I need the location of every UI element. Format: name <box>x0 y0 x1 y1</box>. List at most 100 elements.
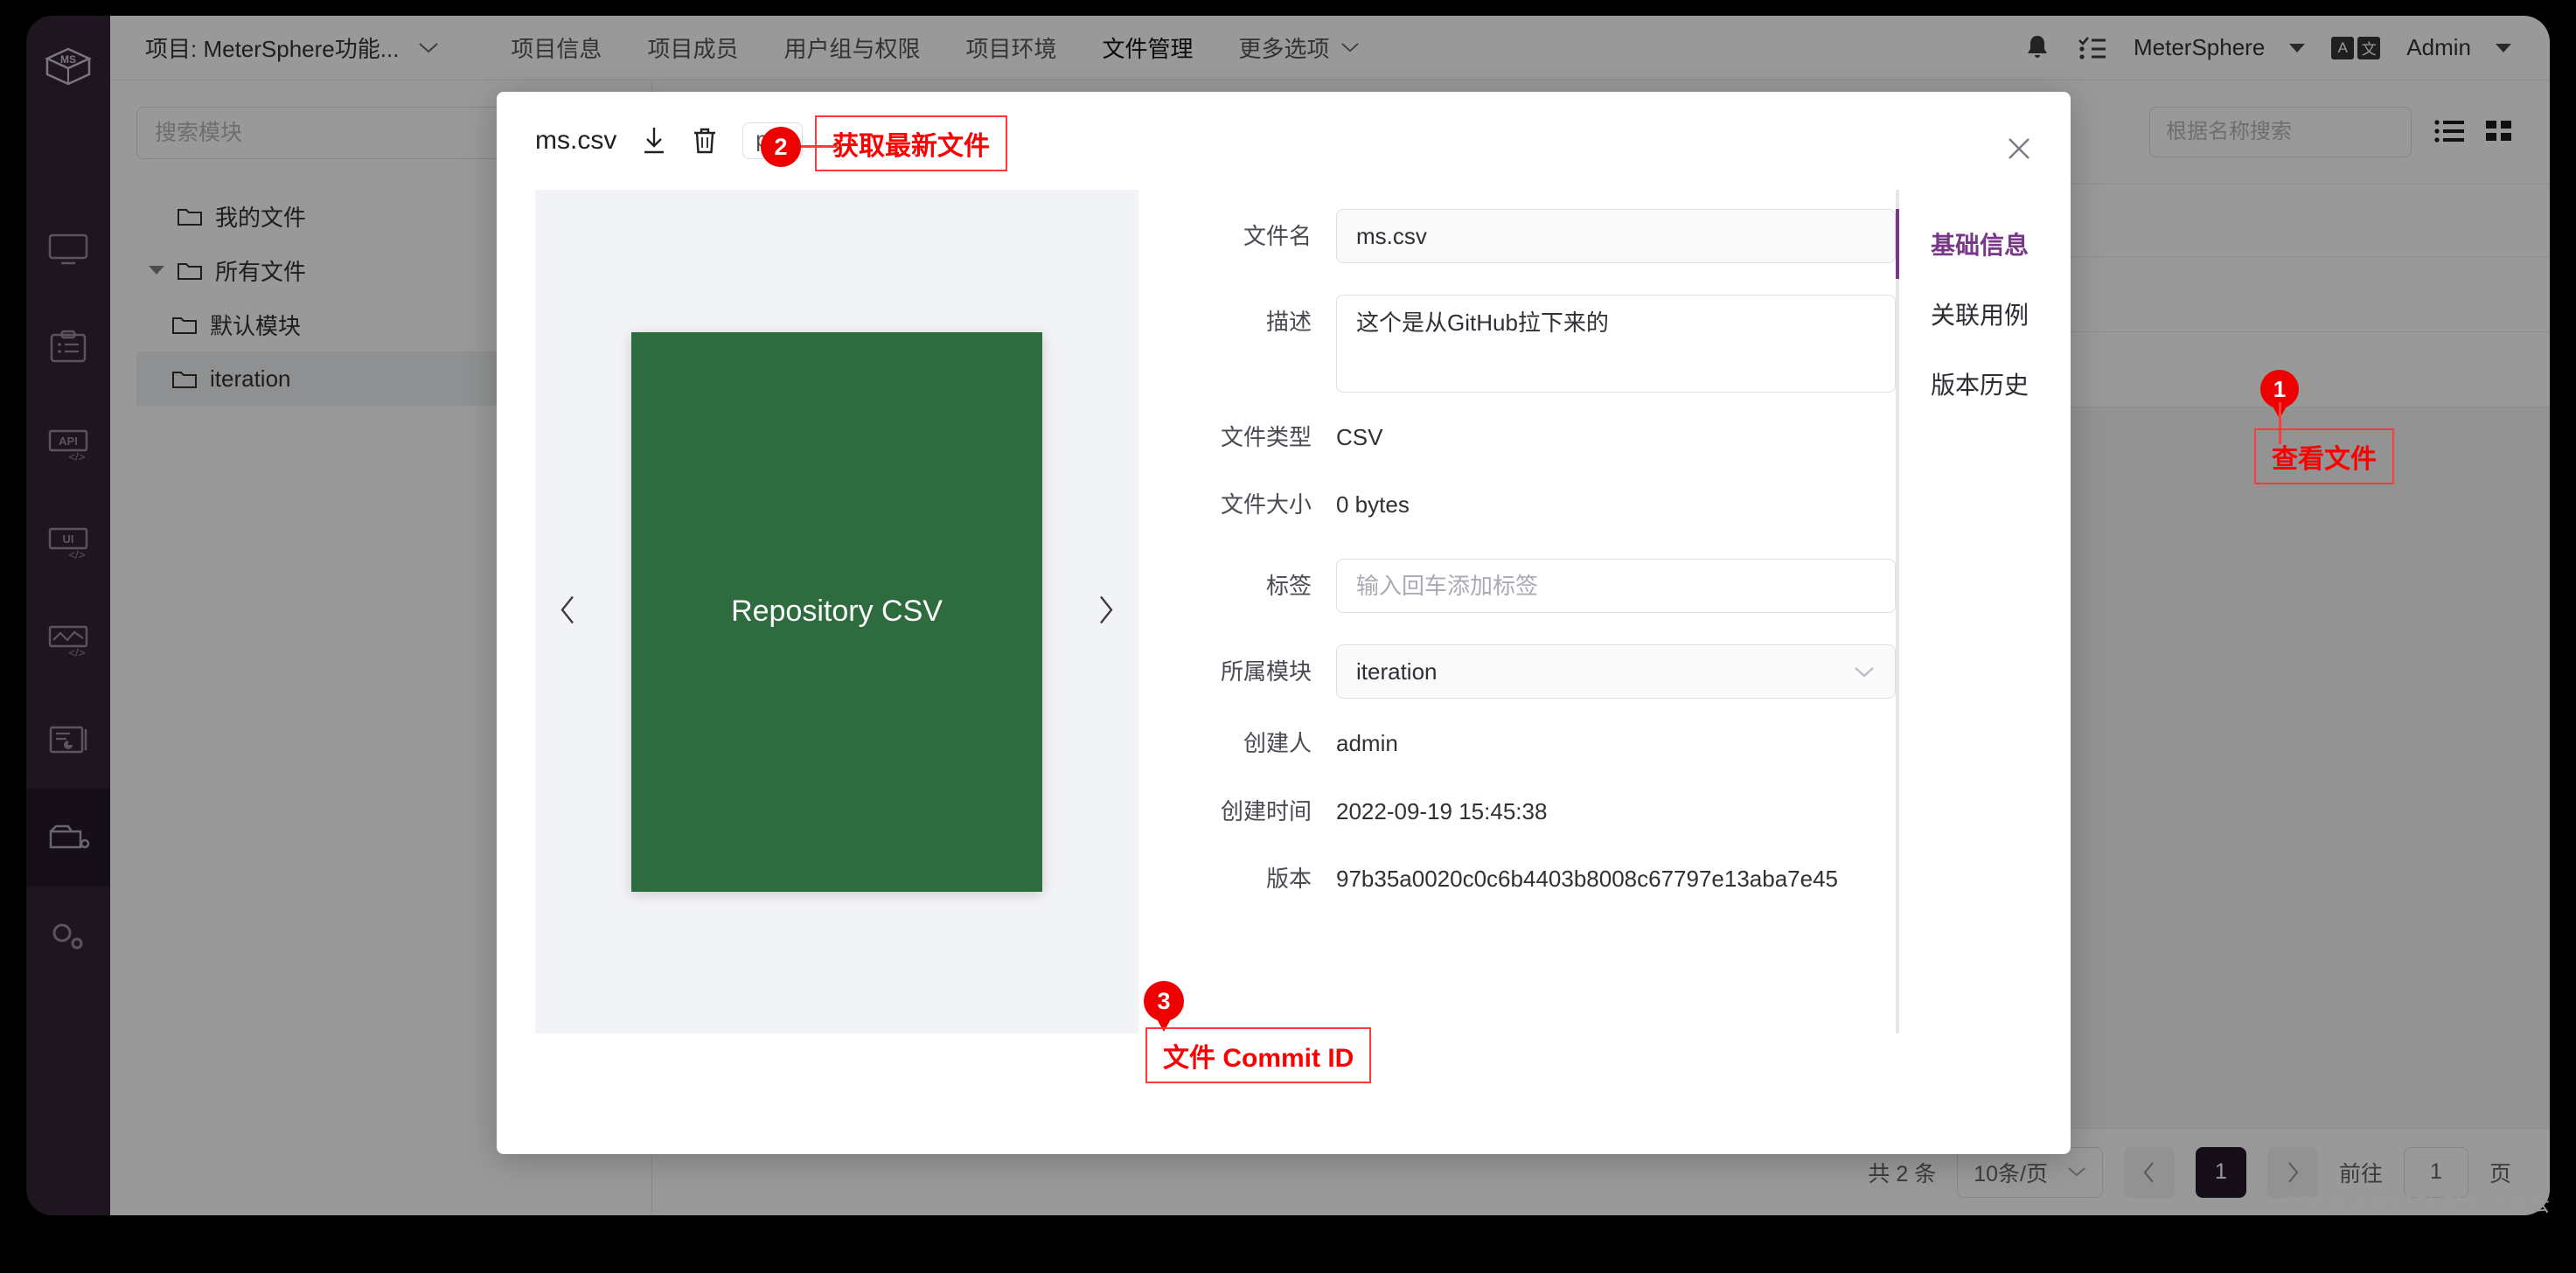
prev-page-button[interactable] <box>2124 1147 2175 1198</box>
tree-node-label: 所有文件 <box>215 254 306 287</box>
list-view-icon[interactable] <box>2434 119 2466 145</box>
top-bar: 项目: MeterSphere功能... 项目信息 项目成员 用户组与权限 项目… <box>110 16 2550 80</box>
filename-input[interactable] <box>1336 209 1896 263</box>
folder-icon <box>177 259 203 282</box>
sidebar-item-performance-test[interactable]: </> <box>26 593 110 691</box>
pagination-total: 共 2 条 <box>1868 1157 1936 1188</box>
annotation-text: 获取最新文件 <box>815 115 1007 171</box>
annotation-1-box: 查看文件 <box>2254 428 2394 484</box>
chevron-down-icon <box>1340 42 1360 53</box>
version-value: 97b35a0020c0c6b4403b8008c67797e13aba7e45 <box>1336 866 1838 893</box>
left-icon-rail: MS API</> UI </> </> <box>26 16 110 1215</box>
svg-text:MS: MS <box>60 53 76 66</box>
download-icon[interactable] <box>641 126 667 156</box>
watermark: CSDN @FIT2CLOUD飞致云 <box>2284 1186 2550 1217</box>
csv-preview-card: Repository CSV <box>631 332 1042 892</box>
nav-more-label: 更多选项 <box>1239 31 1330 64</box>
caret-down-icon[interactable] <box>149 266 164 275</box>
lang-en-glyph: A <box>2331 37 2354 59</box>
bell-icon[interactable] <box>2023 33 2051 63</box>
annotation-text: 查看文件 <box>2254 428 2394 484</box>
topbar-right-cluster: MeterSphere A 文 Admin <box>2023 33 2511 63</box>
chevron-down-icon <box>1853 665 1876 678</box>
user-menu[interactable]: Admin <box>2406 34 2511 61</box>
svg-text:</>: </> <box>69 548 86 561</box>
field-filename: 文件名 <box>1196 209 1896 263</box>
module-select[interactable]: iteration <box>1336 644 1896 699</box>
nav-tab-usergroup-permissions[interactable]: 用户组与权限 <box>761 31 943 64</box>
field-label: 文件类型 <box>1196 424 1336 451</box>
csv-preview-label: Repository CSV <box>731 595 943 629</box>
field-label: 创建时间 <box>1196 798 1336 825</box>
page-unit-label: 页 <box>2489 1157 2511 1188</box>
file-name-search-input[interactable] <box>2149 107 2412 157</box>
annotation-3-badge: 3 <box>1144 981 1184 1021</box>
folder-icon <box>177 205 203 227</box>
file-preview-panel: Repository CSV <box>535 190 1138 1033</box>
field-create-time: 创建时间 2022-09-19 15:45:38 <box>1196 798 1896 825</box>
nav-tab-project-env[interactable]: 项目环境 <box>943 31 1079 64</box>
filesize-value: 0 bytes <box>1336 491 1410 518</box>
annotation-2-box: 获取最新文件 <box>815 115 1007 171</box>
creator-value: admin <box>1336 730 1398 757</box>
trash-icon[interactable] <box>692 126 718 156</box>
view-mode-toggle <box>2434 119 2513 145</box>
task-list-icon[interactable] <box>2078 35 2107 61</box>
chevron-right-icon <box>2286 1161 2300 1184</box>
field-description: 描述 这个是从GitHub拉下来的 <box>1196 295 1896 393</box>
chevron-down-icon <box>2067 1166 2086 1178</box>
next-file-arrow-icon[interactable] <box>1097 594 1116 630</box>
field-label: 所属模块 <box>1196 644 1336 699</box>
sidebar-item-report[interactable] <box>26 691 110 789</box>
badge-number: 2 <box>761 127 801 167</box>
app-window: MS API</> UI </> </> <box>0 0 2576 1224</box>
close-icon[interactable] <box>2006 136 2032 166</box>
file-detail-modal: ms.csv pull Repository CSV <box>497 92 2071 1154</box>
sidebar-item-system-settings[interactable] <box>26 887 110 984</box>
tree-node-label: 我的文件 <box>215 200 306 233</box>
annotation-3-box: 文件 Commit ID <box>1145 1027 1371 1083</box>
nav-tab-project-members[interactable]: 项目成员 <box>624 31 761 64</box>
caret-down-icon <box>2496 44 2511 52</box>
nav-tabs: 项目信息 项目成员 用户组与权限 项目环境 文件管理 更多选项 <box>488 31 1382 64</box>
field-creator: 创建人 admin <box>1196 730 1896 757</box>
grid-view-icon[interactable] <box>2485 119 2513 145</box>
svg-text:</>: </> <box>69 646 86 659</box>
tab-basic-info[interactable]: 基础信息 <box>1899 209 2114 279</box>
field-label: 描述 <box>1196 295 1336 349</box>
nav-tab-project-info[interactable]: 项目信息 <box>488 31 624 64</box>
page-size-select[interactable]: 10条/页 <box>1957 1147 2103 1198</box>
project-selector[interactable]: 项目: MeterSphere功能... <box>145 31 439 64</box>
sidebar-item-ui-test[interactable]: UI </> <box>26 495 110 593</box>
metersphere-logo-icon[interactable]: MS <box>40 40 96 96</box>
tag-input[interactable] <box>1336 559 1896 613</box>
tab-related-cases[interactable]: 关联用例 <box>1899 279 2114 349</box>
sidebar-item-project-settings[interactable] <box>26 789 110 887</box>
module-select-value: iteration <box>1356 658 1438 685</box>
caret-down-icon <box>2289 44 2305 52</box>
lang-cn-glyph: 文 <box>2357 37 2380 59</box>
annotation-2-badge: 2 <box>761 127 801 167</box>
description-textarea[interactable]: 这个是从GitHub拉下来的 <box>1336 295 1896 393</box>
create-time-value: 2022-09-19 15:45:38 <box>1336 798 1547 825</box>
sidebar-item-api-test[interactable]: API</> <box>26 397 110 495</box>
language-switch-icon[interactable]: A 文 <box>2331 37 2380 59</box>
prev-file-arrow-icon[interactable] <box>558 594 577 630</box>
org-name-label: MeterSphere <box>2134 34 2265 61</box>
chevron-left-icon <box>2142 1161 2156 1184</box>
modal-side-tabs: 基础信息 关联用例 版本历史 <box>1896 190 2114 1033</box>
chevron-down-icon <box>418 42 439 54</box>
nav-tab-file-management[interactable]: 文件管理 <box>1079 31 1215 64</box>
tab-version-history[interactable]: 版本历史 <box>1899 349 2114 419</box>
folder-icon <box>171 367 198 390</box>
sidebar-item-test-track[interactable] <box>26 299 110 397</box>
field-label: 文件名 <box>1196 209 1336 263</box>
modal-header: ms.csv pull <box>497 92 2071 190</box>
sidebar-item-workstation[interactable] <box>26 201 110 299</box>
org-selector[interactable]: MeterSphere <box>2134 34 2305 61</box>
nav-tab-more-options[interactable]: 更多选项 <box>1216 31 1382 64</box>
field-version: 版本 97b35a0020c0c6b4403b8008c67797e13aba7… <box>1196 866 1896 893</box>
svg-text:UI: UI <box>63 532 74 546</box>
field-filesize: 文件大小 0 bytes <box>1196 491 1896 518</box>
page-number-button[interactable]: 1 <box>2196 1147 2246 1198</box>
